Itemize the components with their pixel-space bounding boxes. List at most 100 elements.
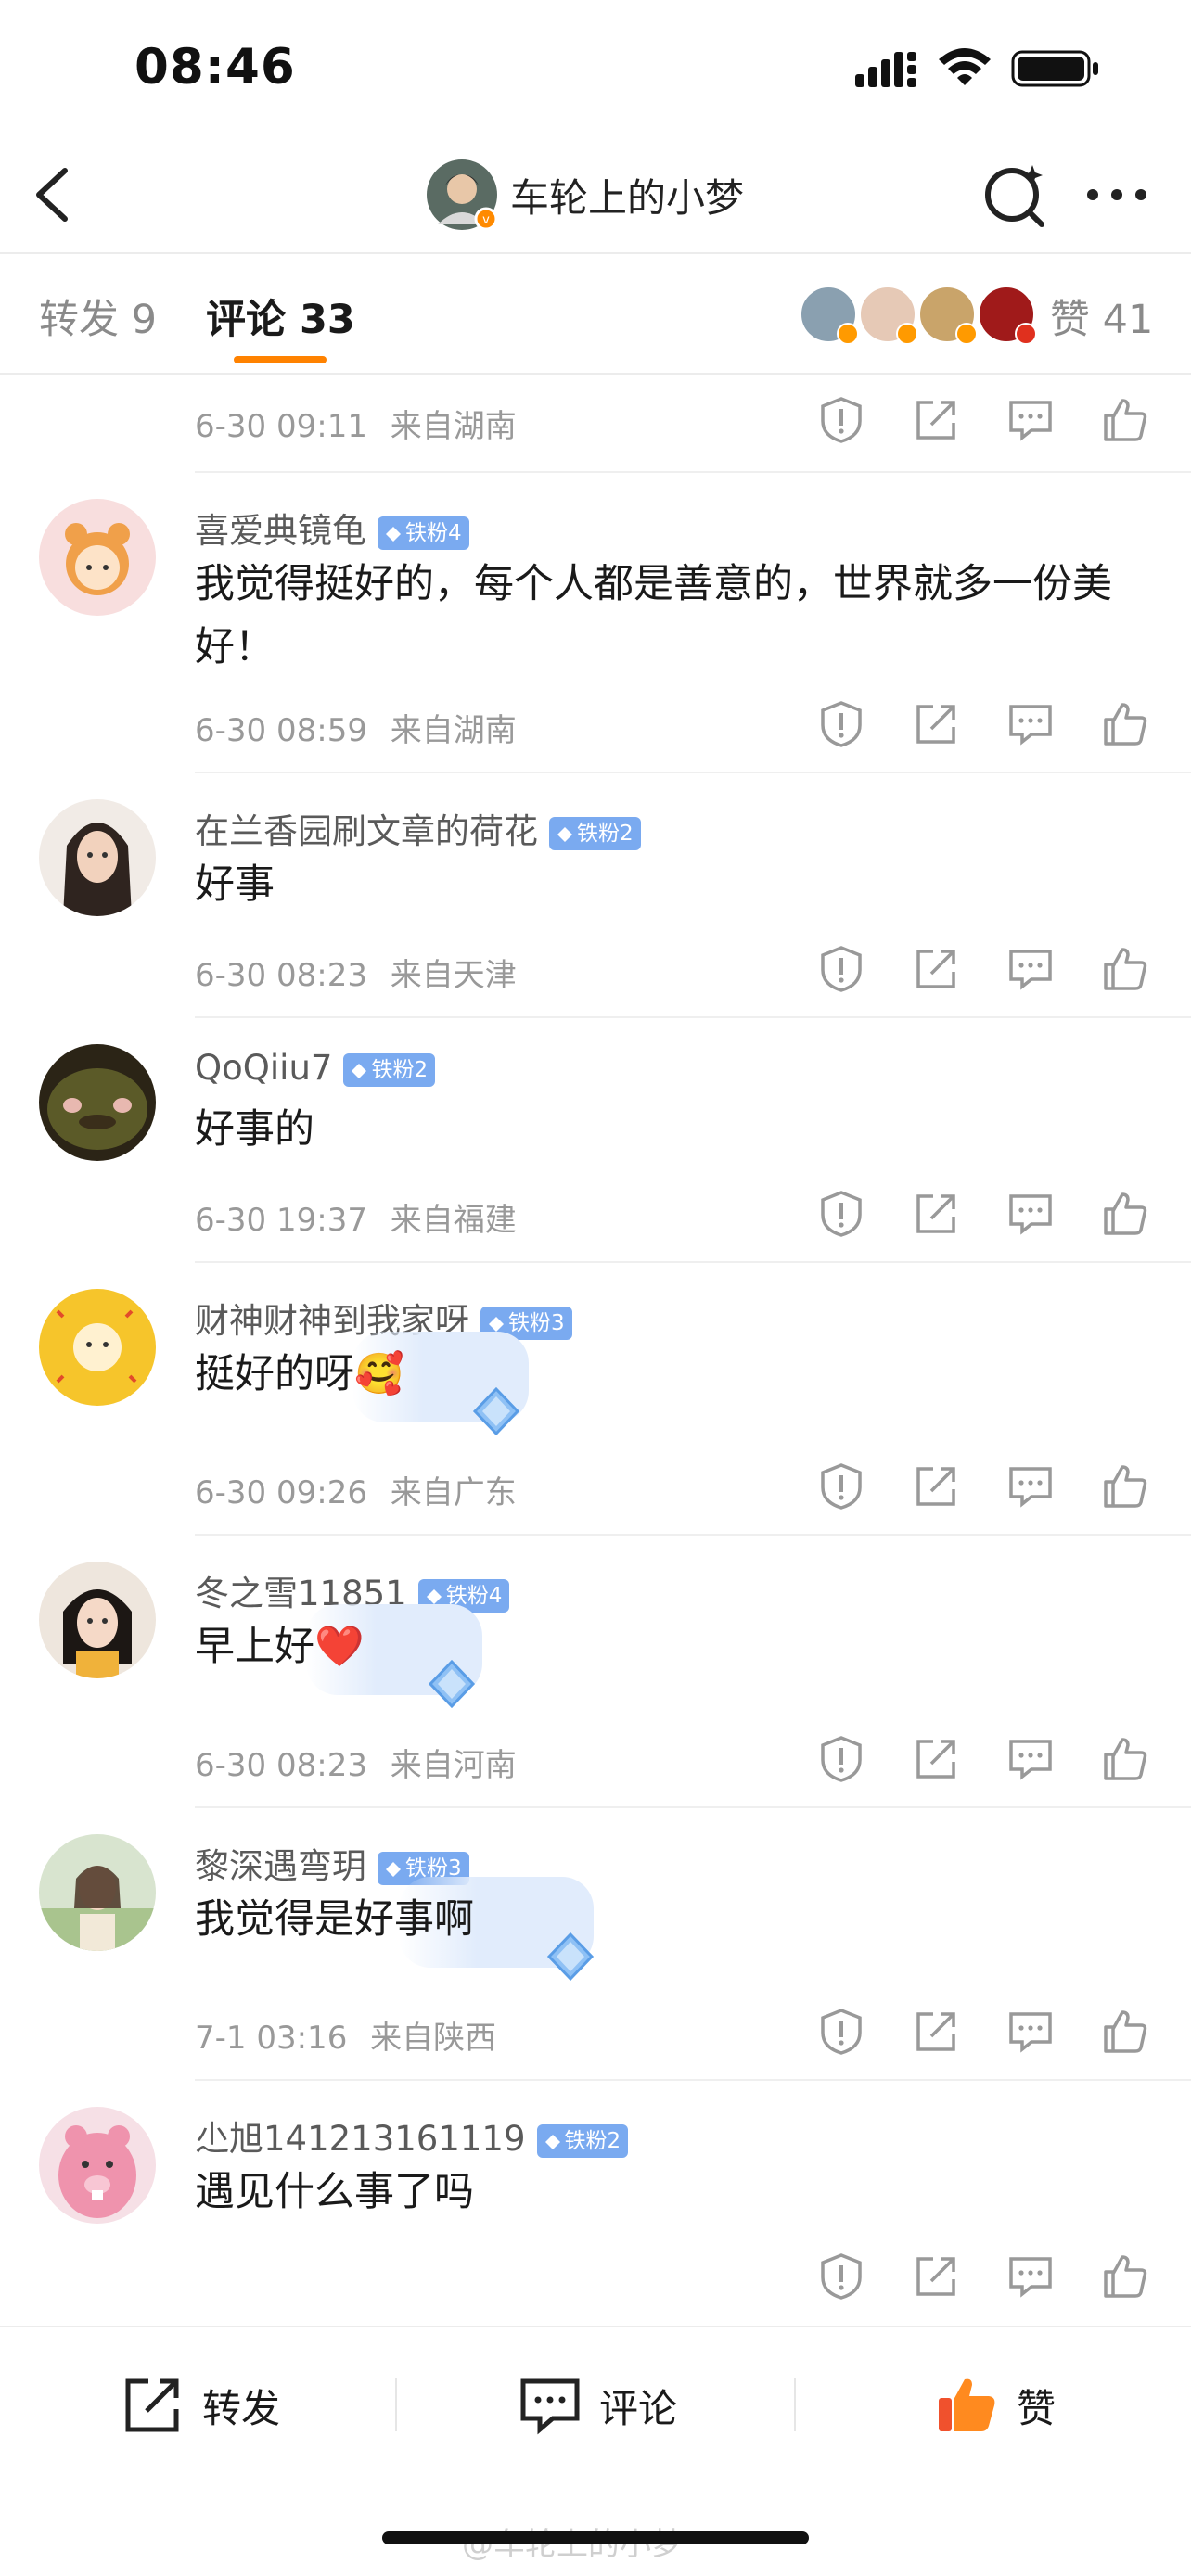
commenter-name-text[interactable]: 喜爱典镜龟 xyxy=(195,511,366,551)
like-icon[interactable] xyxy=(1100,944,1150,994)
report-icon[interactable] xyxy=(816,1461,866,1511)
commenter-name-text[interactable]: 在兰香园刷文章的荷花 xyxy=(195,811,538,851)
comment-actions xyxy=(816,1734,1147,1786)
share-icon[interactable] xyxy=(911,2007,961,2057)
comment-item: QoQiiu7 铁粉2 好事的 6-30 19:37 来自福建 xyxy=(0,1018,1191,1263)
reply-icon[interactable] xyxy=(1005,944,1056,994)
comment-text: 挺好的呀🥰 xyxy=(195,1343,1141,1406)
like-label: 赞 xyxy=(1017,2386,1057,2431)
like-button[interactable]: 赞 xyxy=(935,2372,1083,2437)
comment-item: 冬之雪11851 铁粉4 早上好❤️ 6-30 08:23 来自河南 xyxy=(0,1536,1191,1808)
tab-likes[interactable]: 赞 41 xyxy=(1050,287,1153,345)
reply-icon[interactable] xyxy=(1005,1461,1056,1511)
reply-icon[interactable] xyxy=(1005,1189,1056,1239)
like-icon[interactable] xyxy=(1100,699,1150,749)
back-arrow-icon[interactable] xyxy=(26,159,78,230)
tab-comment[interactable]: 评论 33 xyxy=(206,287,355,345)
commenter-avatar[interactable] xyxy=(39,1289,156,1406)
share-icon[interactable] xyxy=(911,395,961,445)
share-icon[interactable] xyxy=(911,699,961,749)
comment-meta: 6-30 08:59 来自湖南 xyxy=(195,705,517,750)
share-icon[interactable] xyxy=(911,1734,961,1784)
share-icon xyxy=(125,2378,179,2432)
liker-avatar xyxy=(918,286,978,345)
fan-badge-label: 铁粉3 xyxy=(508,1310,565,1335)
report-icon[interactable] xyxy=(816,699,866,749)
like-icon[interactable] xyxy=(1100,1734,1150,1784)
comment-location: 来自湖南 xyxy=(390,712,517,749)
battery-icon xyxy=(1011,50,1098,87)
commenter-avatar[interactable] xyxy=(39,499,156,616)
fan-badge-label: 铁粉2 xyxy=(577,821,634,846)
comment-text: 遇见什么事了吗 xyxy=(195,2169,474,2215)
share-icon[interactable] xyxy=(911,1461,961,1511)
emoji: ❤️ xyxy=(314,1624,365,1670)
like-icon[interactable] xyxy=(1100,395,1150,445)
fan-badge-label: 铁粉2 xyxy=(564,2128,621,2153)
report-icon[interactable] xyxy=(816,395,866,445)
repost-button[interactable]: 转发 xyxy=(121,2372,306,2437)
share-icon[interactable] xyxy=(911,1189,961,1239)
emoji: 🥰 xyxy=(354,1351,404,1397)
comment-item: 财神财神到我家呀 铁粉3 挺好的呀🥰 6-30 09:26 来自广东 xyxy=(0,1263,1191,1536)
gem-icon xyxy=(426,1588,442,1604)
like-icon[interactable] xyxy=(1100,2007,1150,2057)
commenter-name-text[interactable]: QoQiiu7 xyxy=(195,1048,332,1088)
reply-icon[interactable] xyxy=(1005,1734,1056,1784)
comment-meta: 6-30 08:23 来自天津 xyxy=(195,950,517,995)
comment-time: 6-30 19:37 xyxy=(195,1202,367,1239)
author-avatar[interactable]: v xyxy=(425,158,499,232)
comment-actions xyxy=(816,395,1147,447)
commenter-name-text[interactable]: 黎深遇弯玥 xyxy=(195,1846,366,1886)
commenter-name-text[interactable]: 尐旭141213161119 xyxy=(195,2119,526,2159)
reply-icon[interactable] xyxy=(1005,2007,1056,2057)
home-indicator[interactable] xyxy=(382,2531,809,2544)
more-options-icon[interactable] xyxy=(1083,176,1150,213)
comment-time: 6-30 08:59 xyxy=(195,712,367,749)
active-tab-indicator xyxy=(234,356,327,363)
gem-icon xyxy=(352,1063,367,1078)
report-icon[interactable] xyxy=(816,2007,866,2057)
reply-icon[interactable] xyxy=(1005,2251,1056,2302)
liker-avatar xyxy=(800,286,859,345)
gem-icon xyxy=(386,526,401,542)
comment-item: 尐旭141213161119 铁粉2 遇见什么事了吗 xyxy=(0,2081,1191,2326)
share-icon[interactable] xyxy=(911,944,961,994)
commenter-avatar[interactable] xyxy=(39,1044,156,1161)
gem-icon xyxy=(557,826,572,842)
report-icon[interactable] xyxy=(816,1189,866,1239)
comment-meta: 6-30 09:26 来自广东 xyxy=(195,1467,517,1512)
report-icon[interactable] xyxy=(816,2251,866,2302)
commenter-avatar[interactable] xyxy=(39,1834,156,1951)
commenter-avatar[interactable] xyxy=(39,2107,156,2224)
commenter-avatar[interactable] xyxy=(39,1562,156,1678)
tab-repost[interactable]: 转发 9 xyxy=(39,287,157,345)
svg-text:v: v xyxy=(482,213,490,227)
search-icon[interactable] xyxy=(979,158,1053,232)
wifi-icon xyxy=(939,48,991,85)
like-icon[interactable] xyxy=(1100,2251,1150,2302)
fan-badge: 铁粉2 xyxy=(343,1052,436,1087)
reply-icon[interactable] xyxy=(1005,395,1056,445)
like-icon[interactable] xyxy=(1100,1461,1150,1511)
comment-item: 在兰香园刷文章的荷花 铁粉2 好事 6-30 08:23 来自天津 xyxy=(0,773,1191,1018)
commenter-name[interactable]: 在兰香园刷文章的荷花 铁粉2 xyxy=(195,803,641,853)
comment-location: 来自河南 xyxy=(390,1747,517,1784)
comment-meta: 6-30 09:11 来自湖南 xyxy=(195,401,517,446)
report-icon[interactable] xyxy=(816,944,866,994)
comment-text: 好事 xyxy=(195,861,275,908)
report-icon[interactable] xyxy=(816,1734,866,1784)
commenter-name[interactable]: 喜爱典镜龟 铁粉4 xyxy=(195,503,469,553)
reply-icon[interactable] xyxy=(1005,699,1056,749)
comment-time: 7-1 03:16 xyxy=(195,2020,348,2057)
gem-icon xyxy=(544,2134,560,2149)
fan-badge-label: 铁粉2 xyxy=(371,1057,429,1082)
commenter-name[interactable]: QoQiiu7 铁粉2 xyxy=(195,1048,436,1088)
comment-button[interactable]: 评论 xyxy=(518,2372,703,2437)
share-icon[interactable] xyxy=(911,2251,961,2302)
comment-text: 好事的 xyxy=(195,1106,314,1153)
comment-time: 6-30 08:23 xyxy=(195,957,367,994)
commenter-avatar[interactable] xyxy=(39,799,156,916)
commenter-name[interactable]: 尐旭141213161119 铁粉2 xyxy=(195,2111,629,2161)
like-icon[interactable] xyxy=(1100,1189,1150,1239)
